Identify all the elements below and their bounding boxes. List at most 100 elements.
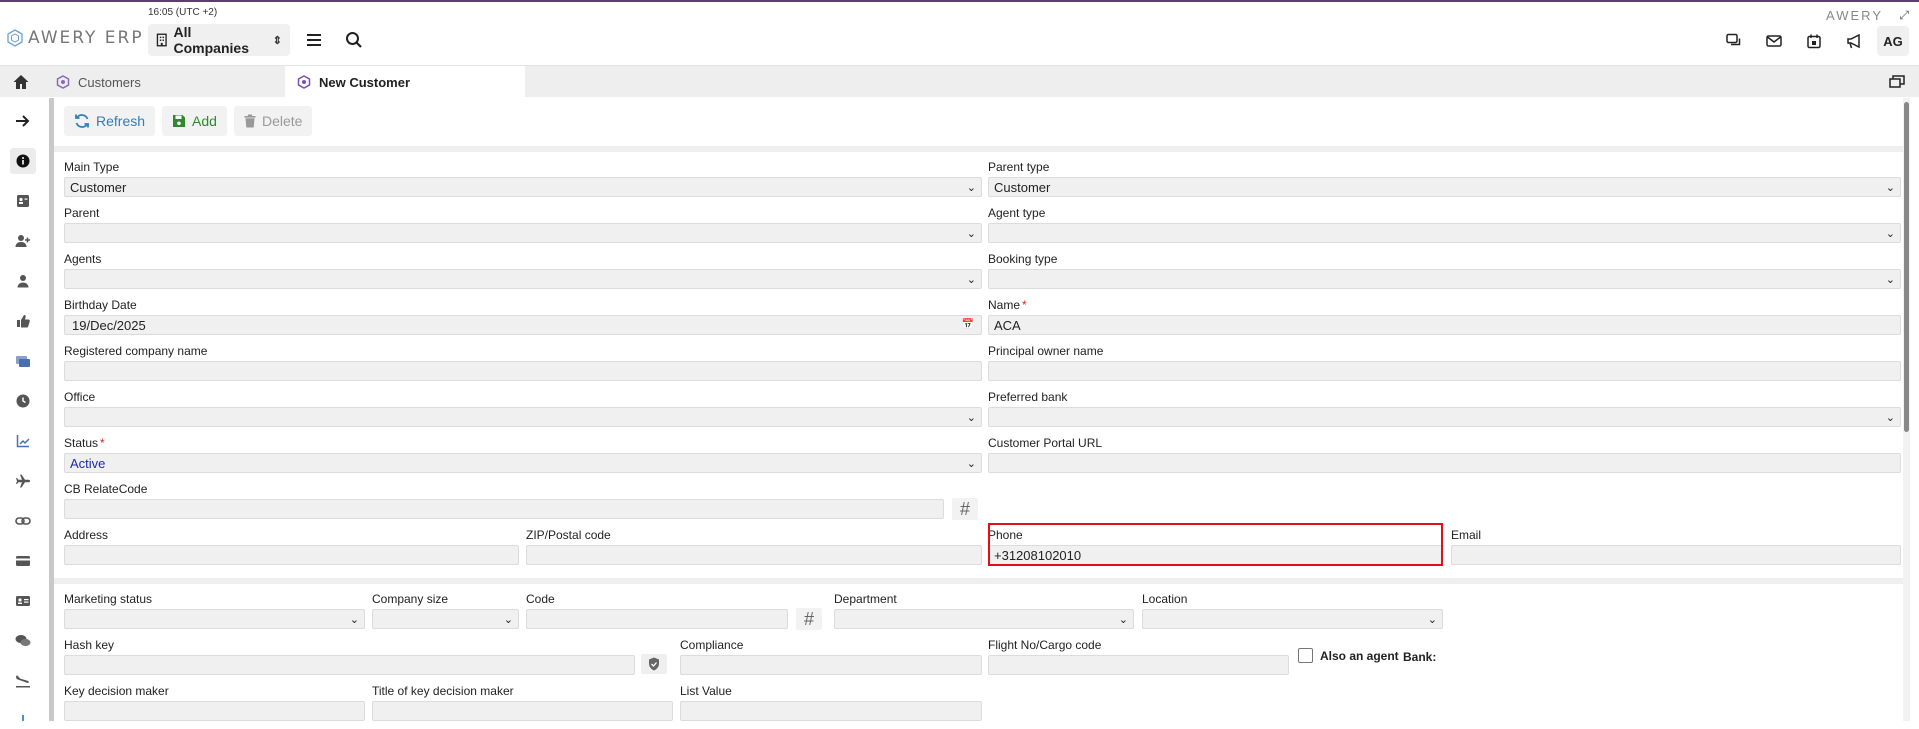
department-field: Department ⌄	[834, 592, 1134, 629]
company-select[interactable]: All Companies ⇕	[148, 24, 290, 56]
person-badge-icon[interactable]	[10, 268, 36, 294]
email-input[interactable]	[1451, 545, 1901, 565]
marketing-status-select[interactable]: ⌄	[64, 609, 365, 629]
chat-icon[interactable]	[1717, 26, 1751, 56]
parent-select[interactable]: ⌄	[64, 223, 982, 243]
expand-icon[interactable]: ⤢	[1899, 8, 1909, 23]
mail-icon[interactable]	[1757, 26, 1791, 56]
info-icon[interactable]	[10, 148, 36, 174]
compliance-field: Compliance	[680, 638, 982, 675]
agent-type-label: Agent type	[988, 206, 1046, 220]
calendar-icon[interactable]	[1797, 26, 1831, 56]
name-input[interactable]: ACA	[988, 315, 1901, 335]
more-icon[interactable]	[10, 703, 36, 729]
address-input[interactable]	[64, 545, 519, 565]
generate-code-hash-button[interactable]: #	[796, 608, 822, 630]
booking-type-select[interactable]: ⌄	[988, 269, 1901, 289]
company-size-select[interactable]: ⌄	[372, 609, 519, 629]
user-avatar[interactable]: AG	[1877, 26, 1909, 56]
also-agent-label: Also an agent	[1320, 648, 1399, 663]
tab-customers[interactable]: Customers	[44, 66, 284, 98]
refresh-button[interactable]: Refresh	[64, 106, 156, 136]
customer-portal-url-input[interactable]	[988, 453, 1901, 473]
principal-owner-name-input[interactable]	[988, 361, 1901, 381]
key-decision-maker-label: Key decision maker	[64, 684, 169, 698]
megaphone-icon[interactable]	[1837, 26, 1871, 56]
flight-no-input[interactable]	[988, 655, 1289, 675]
vertical-scrollbar[interactable]	[1903, 98, 1910, 721]
user-add-icon[interactable]	[10, 228, 36, 254]
home-icon[interactable]	[12, 73, 30, 91]
delete-label: Delete	[261, 113, 303, 129]
shield-button[interactable]	[641, 654, 667, 674]
key-decision-maker-input[interactable]	[64, 701, 365, 721]
status-select[interactable]: Active ⌄	[64, 453, 982, 473]
chart-icon[interactable]	[10, 428, 36, 454]
registered-company-name-label: Registered company name	[64, 344, 208, 358]
header: AWERY ERP 16:05 (UTC +2) All Companies ⇕…	[0, 2, 1919, 64]
arrow-right-icon[interactable]	[10, 108, 36, 134]
thumbs-up-icon[interactable]	[10, 308, 36, 334]
id-card-icon[interactable]	[10, 588, 36, 614]
checkbox-square[interactable]	[1298, 648, 1313, 663]
chevron-down-icon: ⌄	[1118, 614, 1128, 626]
required-marker: *	[1022, 298, 1027, 312]
zip-input[interactable]	[526, 545, 982, 565]
registered-company-name-input[interactable]	[64, 361, 982, 381]
birthday-date-input[interactable]: 19/Dec/2025 📅	[64, 315, 982, 335]
chevron-down-icon: ⌄	[966, 458, 976, 470]
parent-type-select[interactable]: Customer ⌄	[988, 177, 1901, 197]
agent-type-select[interactable]: ⌄	[988, 223, 1901, 243]
logo-hex-icon	[7, 29, 23, 47]
location-field: Location ⌄	[1142, 592, 1443, 629]
email-field: Email	[1451, 528, 1901, 565]
main-type-select[interactable]: Customer ⌄	[64, 177, 982, 197]
booking-type-field: Booking type ⌄	[988, 252, 1901, 289]
comments-icon[interactable]	[10, 628, 36, 654]
app-logo[interactable]: AWERY ERP	[6, 28, 144, 48]
delete-button[interactable]: Delete	[233, 106, 313, 136]
list-value-field: List Value	[680, 684, 982, 721]
agents-label: Agents	[64, 252, 102, 266]
code-input[interactable]	[526, 609, 788, 629]
department-label: Department	[834, 592, 897, 606]
phone-field: Phone +31208102010	[988, 528, 1443, 565]
tab-bar: Customers New Customer	[0, 65, 1919, 98]
name-label: Name *	[988, 298, 1027, 312]
parent-field: Parent ⌄	[64, 206, 982, 243]
department-select[interactable]: ⌄	[834, 609, 1134, 629]
compliance-input[interactable]	[680, 655, 982, 675]
chevron-down-icon: ⌄	[349, 614, 359, 626]
calendar-icon[interactable]: 📅	[962, 319, 974, 330]
menu-icon[interactable]	[304, 30, 324, 50]
preferred-bank-select[interactable]: ⌄	[988, 407, 1901, 427]
link-icon[interactable]	[10, 508, 36, 534]
search-icon[interactable]	[344, 30, 364, 50]
office-select[interactable]: ⌄	[64, 407, 982, 427]
agents-select[interactable]: ⌄	[64, 269, 982, 289]
plane-landing-icon[interactable]	[10, 668, 36, 694]
clock-icon[interactable]	[10, 388, 36, 414]
bank-label: Bank:	[1403, 650, 1437, 664]
also-agent-checkbox[interactable]: Also an agent	[1298, 648, 1399, 663]
hash-key-input[interactable]	[64, 655, 635, 675]
scrollbar-thumb[interactable]	[1904, 102, 1909, 432]
cb-relate-code-input[interactable]	[64, 499, 944, 519]
phone-input[interactable]: +31208102010	[988, 545, 1443, 565]
plane-icon[interactable]	[10, 468, 36, 494]
chevron-down-icon: ⌄	[1885, 182, 1895, 194]
office-label: Office	[64, 390, 96, 404]
payment-cards-icon[interactable]	[10, 348, 36, 374]
list-value-input[interactable]	[680, 701, 982, 721]
credit-card-icon[interactable]	[10, 548, 36, 574]
contact-card-icon[interactable]	[10, 188, 36, 214]
section-divider	[54, 146, 1910, 152]
generate-code-hash-button[interactable]: #	[952, 498, 978, 520]
window-restore-icon[interactable]	[1889, 74, 1905, 90]
title-key-decision-maker-input[interactable]	[372, 701, 673, 721]
add-button[interactable]: Add	[162, 106, 227, 136]
phone-value: +31208102010	[994, 547, 1082, 563]
tab-new-customer[interactable]: New Customer	[285, 66, 525, 98]
location-select[interactable]: ⌄	[1142, 609, 1443, 629]
hash-key-field: Hash key	[64, 638, 635, 675]
